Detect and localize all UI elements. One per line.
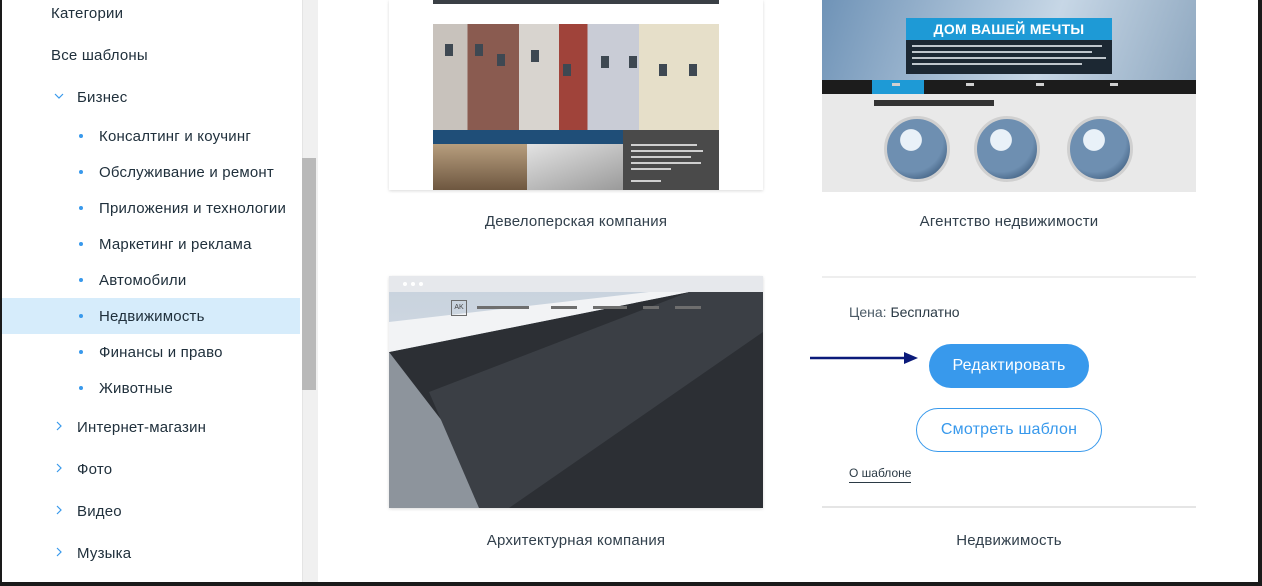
sidebar-item-label: Животные xyxy=(99,379,173,397)
edit-button[interactable]: Редактировать xyxy=(929,344,1089,388)
sidebar-item-label: Обслуживание и ремонт xyxy=(99,163,274,181)
thumb-site-nav: AK xyxy=(451,300,731,316)
template-card-developer[interactable]: Девелоперская компания xyxy=(389,0,763,240)
bullet-icon xyxy=(79,314,83,318)
thumb-building-photo xyxy=(1067,116,1133,182)
annotation-arrow-icon xyxy=(810,352,918,364)
bullet-icon xyxy=(79,386,83,390)
thumb-nav-bar xyxy=(822,80,1196,94)
sidebar-category-video[interactable]: Видео xyxy=(2,493,300,529)
sidebar-category-music[interactable]: Музыка xyxy=(2,535,300,571)
thumb-header-bar xyxy=(433,0,719,4)
bullet-icon xyxy=(79,278,83,282)
chevron-right-icon xyxy=(56,463,62,473)
sidebar-category-photo[interactable]: Фото xyxy=(2,451,300,487)
sidebar-item-label: Финансы и право xyxy=(99,343,223,361)
category-sidebar: Категории Все шаблоны Бизнес Консалтинг … xyxy=(2,0,302,582)
panel-bottom-divider xyxy=(822,506,1196,508)
thumb-section-heading xyxy=(874,100,994,106)
template-thumbnail[interactable]: ДОМ ВАШЕЙ МЕЧТЫ xyxy=(822,0,1196,192)
thumb-hero-text xyxy=(906,40,1112,74)
sidebar-item-label: Приложения и технологии xyxy=(99,199,287,217)
template-caption[interactable]: Агентство недвижимости xyxy=(822,213,1196,230)
template-thumbnail[interactable]: AK xyxy=(389,276,763,508)
sidebar-item-label: Фото xyxy=(77,460,113,478)
thumb-hero-title: ДОМ ВАШЕЙ МЕЧТЫ xyxy=(906,18,1112,40)
bullet-icon xyxy=(79,170,83,174)
bullet-icon xyxy=(79,206,83,210)
thumb-houses-image xyxy=(433,24,719,130)
app-frame: Категории Все шаблоны Бизнес Консалтинг … xyxy=(0,0,1262,586)
view-template-button[interactable]: Смотреть шаблон xyxy=(916,408,1102,452)
template-caption[interactable]: Девелоперская компания xyxy=(389,213,763,230)
template-caption[interactable]: Архитектурная компания xyxy=(389,532,763,549)
chevron-right-icon xyxy=(56,547,62,557)
thumb-building-photo xyxy=(974,116,1040,182)
sidebar-category-online-store[interactable]: Интернет-магазин xyxy=(2,409,300,445)
template-thumbnail[interactable] xyxy=(389,0,763,190)
sidebar-subitem-real-estate[interactable]: Недвижимость xyxy=(2,298,300,334)
bullet-icon xyxy=(79,242,83,246)
bullet-icon xyxy=(79,350,83,354)
template-caption[interactable]: Недвижимость xyxy=(822,532,1196,549)
sidebar-item-label: Все шаблоны xyxy=(51,46,148,64)
chevron-down-icon xyxy=(54,93,64,99)
thumb-building-photo xyxy=(884,116,950,182)
template-hover-panel: Цена: Бесплатно Редактировать Смотреть ш… xyxy=(822,276,1196,508)
template-card-architecture[interactable]: AK Архитектурная компания xyxy=(389,276,763,556)
thumb-browser-bar xyxy=(389,276,763,292)
template-card-agency[interactable]: ДОМ ВАШЕЙ МЕЧТЫ Агентство недвижимости xyxy=(822,0,1196,240)
thumb-interior-block xyxy=(433,130,527,190)
sidebar-item-label: Интернет-магазин xyxy=(77,418,207,436)
sidebar-item-label: Маркетинг и реклама xyxy=(99,235,252,253)
sidebar-subitem-auto[interactable]: Автомобили xyxy=(2,262,300,298)
thumb-quote-block xyxy=(623,130,719,190)
sidebar-item-label: Недвижимость xyxy=(99,307,205,325)
sidebar-subitem-apps[interactable]: Приложения и технологии xyxy=(2,190,300,226)
thumb-logo: AK xyxy=(451,300,467,316)
sidebar-subitem-consulting[interactable]: Консалтинг и коучинг xyxy=(2,118,300,154)
sidebar-heading: Категории xyxy=(2,0,300,31)
sidebar-item-label: Бизнес xyxy=(77,88,128,106)
sidebar-item-label: Видео xyxy=(77,502,122,520)
sidebar-item-label: Музыка xyxy=(77,544,132,562)
about-template-link[interactable]: О шаблоне xyxy=(849,466,912,483)
chevron-right-icon xyxy=(56,505,62,515)
thumb-plans-block xyxy=(527,130,623,190)
template-card-real-estate[interactable]: Цена: Бесплатно Редактировать Смотреть ш… xyxy=(822,276,1196,556)
price-info: Цена: Бесплатно xyxy=(849,304,960,320)
panel-top-divider xyxy=(822,276,1196,278)
sidebar-subitem-finance[interactable]: Финансы и право xyxy=(2,334,300,370)
price-value: Бесплатно xyxy=(890,304,960,320)
price-label: Цена: xyxy=(849,304,887,320)
sidebar-category-business[interactable]: Бизнес xyxy=(2,79,300,115)
sidebar-heading-label: Категории xyxy=(51,4,124,22)
chevron-right-icon xyxy=(56,421,62,431)
sidebar-item-label: Автомобили xyxy=(99,271,187,289)
sidebar-item-all-templates[interactable]: Все шаблоны xyxy=(2,37,300,73)
sidebar-item-label: Консалтинг и коучинг xyxy=(99,127,252,145)
sidebar-scrollbar-thumb[interactable] xyxy=(302,158,316,390)
sidebar-subitem-animals[interactable]: Животные xyxy=(2,370,300,406)
bullet-icon xyxy=(79,134,83,138)
thumb-architecture-image: AK xyxy=(389,292,763,508)
sidebar-subitem-service[interactable]: Обслуживание и ремонт xyxy=(2,154,300,190)
sidebar-subitem-marketing[interactable]: Маркетинг и реклама xyxy=(2,226,300,262)
